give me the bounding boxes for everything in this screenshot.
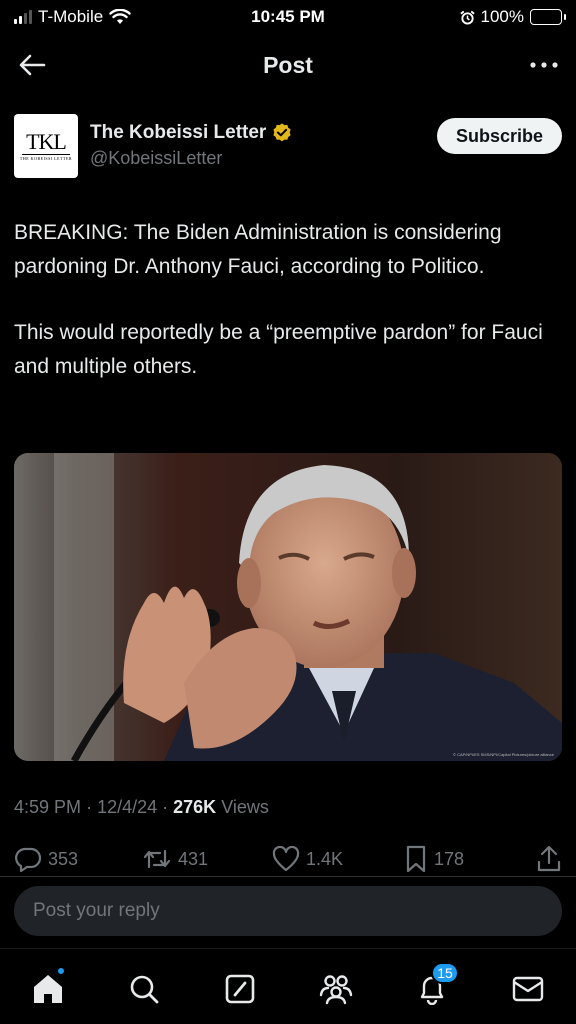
post-header: Post bbox=[0, 40, 576, 90]
bookmark-button[interactable]: 178 bbox=[404, 845, 464, 873]
like-button[interactable]: 1.4K bbox=[272, 846, 343, 872]
avatar-logo-text: TKL bbox=[26, 129, 67, 154]
like-count: 1.4K bbox=[306, 848, 344, 869]
meta-separator: · bbox=[162, 797, 174, 817]
share-icon bbox=[537, 845, 561, 872]
reply-icon bbox=[15, 847, 42, 872]
avatar-logo-subtext: THE KOBEISSI LETTER bbox=[19, 156, 73, 161]
verified-badge-icon bbox=[273, 123, 291, 142]
reply-count: 353 bbox=[48, 848, 79, 869]
reply-input[interactable]: Post your reply bbox=[14, 886, 562, 936]
nav-search[interactable] bbox=[120, 969, 168, 1009]
grok-icon bbox=[225, 974, 255, 1004]
subscribe-button[interactable]: Subscribe bbox=[436, 118, 562, 154]
battery-icon bbox=[530, 9, 566, 25]
status-left: T-Mobile bbox=[14, 7, 204, 27]
share-button[interactable] bbox=[536, 845, 562, 873]
views-label: Views bbox=[221, 797, 269, 817]
back-button[interactable] bbox=[16, 49, 48, 81]
post-actions: 353 431 1.4K 178 bbox=[14, 842, 562, 876]
nav-messages[interactable] bbox=[504, 969, 552, 1009]
mail-icon bbox=[512, 976, 544, 1002]
bookmark-icon bbox=[406, 845, 426, 873]
status-bar: T-Mobile 10:45 PM 100% bbox=[0, 0, 576, 34]
wifi-icon bbox=[109, 9, 131, 24]
bottom-nav: 15 bbox=[0, 948, 576, 1024]
avatar[interactable]: TKL THE KOBEISSI LETTER bbox=[14, 114, 78, 178]
home-new-dot bbox=[56, 966, 66, 976]
reply-button[interactable]: 353 bbox=[14, 846, 78, 872]
nav-home[interactable] bbox=[24, 966, 72, 1009]
post-meta: 4:59 PM · 12/4/24 · 276K Views bbox=[14, 797, 269, 818]
views-count[interactable]: 276K bbox=[173, 797, 216, 817]
page-title: Post bbox=[263, 51, 313, 78]
repost-count: 431 bbox=[178, 848, 209, 869]
avatar-logo-divider bbox=[22, 154, 70, 155]
carrier-label: T-Mobile bbox=[38, 7, 104, 26]
more-options-button[interactable] bbox=[528, 49, 560, 81]
bookmark-count: 178 bbox=[434, 848, 465, 869]
communities-icon bbox=[319, 975, 353, 1005]
post-time: 4:59 PM bbox=[14, 797, 82, 817]
post-author: TKL THE KOBEISSI LETTER The Kobeissi Let… bbox=[14, 114, 562, 184]
post-paragraph: This would reportedly be a “preemptive p… bbox=[14, 321, 543, 378]
author-name: The Kobeissi Letter bbox=[90, 122, 267, 143]
more-dots-icon bbox=[530, 62, 558, 68]
status-time: 10:45 PM bbox=[251, 7, 325, 26]
arrow-left-icon bbox=[19, 54, 46, 76]
photo-credit: © CAP/NPI/ES SMS/NPI/Capital Pictures/pi… bbox=[453, 752, 554, 757]
battery-percentage: 100% bbox=[480, 7, 524, 26]
reply-placeholder: Post your reply bbox=[33, 900, 160, 921]
divider bbox=[0, 876, 576, 877]
post-body: BREAKING: The Biden Administration is co… bbox=[14, 216, 562, 416]
heart-icon bbox=[272, 846, 300, 872]
alarm-icon bbox=[459, 10, 475, 25]
cellular-signal-icon bbox=[14, 10, 32, 24]
notifications-badge: 15 bbox=[431, 962, 459, 984]
post-image[interactable]: © CAP/NPI/ES SMS/NPI/Capital Pictures/pi… bbox=[14, 453, 562, 761]
nav-grok[interactable] bbox=[216, 969, 264, 1009]
status-right: 100% bbox=[372, 7, 566, 27]
fauci-photo bbox=[14, 453, 562, 761]
repost-icon bbox=[143, 849, 171, 869]
repost-button[interactable]: 431 bbox=[142, 847, 208, 871]
meta-separator: · bbox=[86, 797, 98, 817]
search-icon bbox=[130, 975, 159, 1004]
post-date: 12/4/24 bbox=[97, 797, 158, 817]
home-icon bbox=[34, 975, 62, 1003]
nav-communities[interactable] bbox=[312, 969, 360, 1009]
nav-notifications[interactable]: 15 bbox=[408, 962, 459, 1009]
post-paragraph: BREAKING: The Biden Administration is co… bbox=[14, 221, 502, 278]
